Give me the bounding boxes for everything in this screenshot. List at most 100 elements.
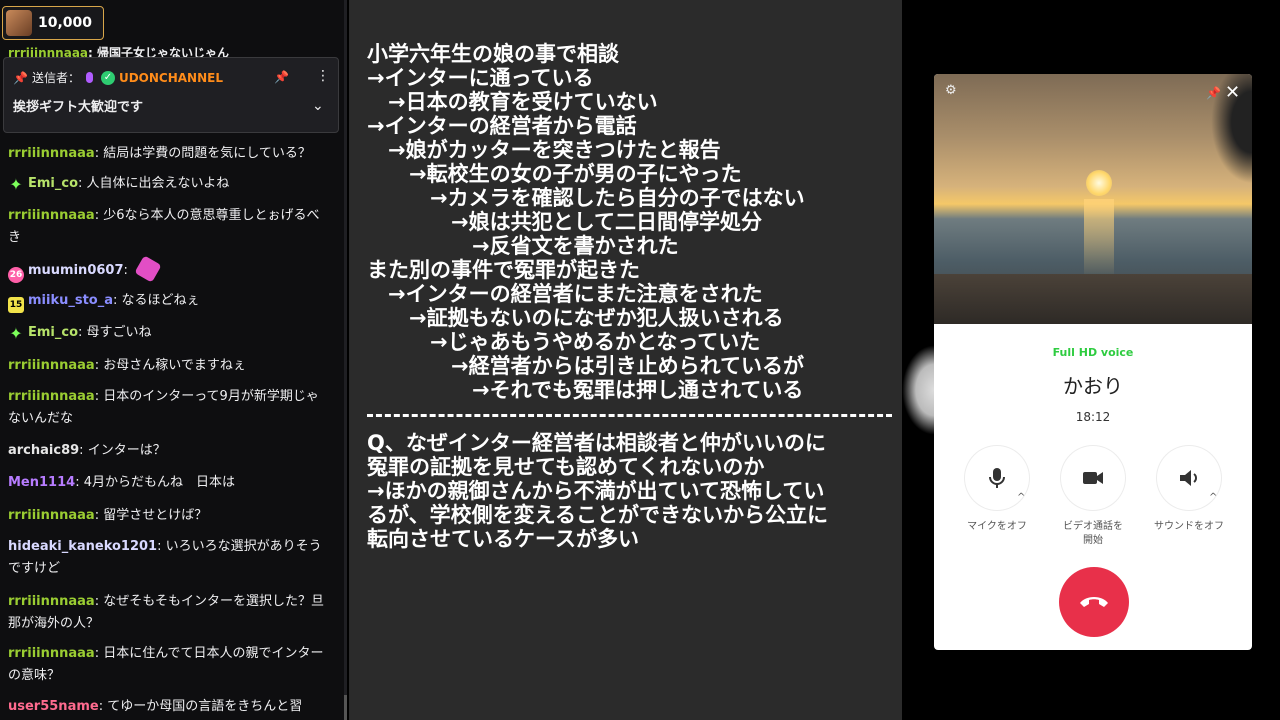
chat-message: rrriiinnnaaa: お母さん稼いでますねぇ [8, 358, 246, 373]
chat-text: てゆーか母国の言語をきちんと習 [107, 699, 303, 714]
chat-message: rrriiinnnaaa: なぜそもそもインターを選択した？旦那が海外の人？ [8, 594, 324, 631]
pin-icon: 📌 [13, 70, 28, 85]
sound-toggle-label: サウンドをオフ [1154, 521, 1224, 532]
chat-username[interactable]: rrriiinnnaaa [8, 508, 95, 523]
notes-line: →反省文を書かされた [367, 234, 679, 258]
notes-line: →じゃあもうやめるかとなっていた [367, 330, 761, 354]
chat-username[interactable]: rrriiinnnaaa [8, 594, 95, 609]
chat-username[interactable]: Emi_co [28, 325, 78, 340]
chat-text: 人自体に出会えないよね [86, 176, 230, 191]
chat-text: インターは？ [87, 443, 166, 458]
chat-username[interactable]: rrriiinnnaaa [8, 358, 95, 373]
gear-icon[interactable]: ⚙ [945, 83, 957, 98]
pinned-message: 📌 送信者： ✓ UDONCHANNEL 📌 ⋮ 挨拶ギフト大歓迎です ⌄ [3, 57, 339, 133]
notes-line: →インターに通っている [367, 66, 594, 90]
call-background-image [934, 74, 1252, 324]
chat-text: 4月からだもんね 日本は [83, 475, 235, 490]
chevron-up-icon[interactable]: ^ [1017, 492, 1025, 503]
video-call-label: ビデオ通話を 開始 [1063, 521, 1123, 546]
notes-line: また別の事件で冤罪が起きた [367, 258, 640, 282]
mic-toggle-button[interactable]: ^ [965, 446, 1029, 510]
diamond-badge-icon[interactable]: ✦ [8, 177, 24, 193]
chat-message: rrriiinnnaaa: 少6なら本人の意思尊重しとぉげるべき [8, 208, 320, 245]
more-options-icon[interactable]: ⋮ [316, 68, 330, 84]
notes-line: →日本の教育を受けていない [367, 90, 658, 114]
notes-line: →娘は共犯として二日間停学処分 [367, 210, 762, 234]
chat-message: hideaki_kaneko1201: いろいろな選択がありそうですけど [8, 539, 322, 576]
chat-username[interactable]: archaic89 [8, 443, 79, 458]
chat-username[interactable]: Men1114 [8, 475, 75, 490]
chevron-down-icon[interactable]: ⌄ [312, 98, 324, 114]
speaker-icon [1180, 470, 1197, 486]
notes-line: →インターの経営者から電話 [367, 114, 637, 138]
video-call-button[interactable] [1061, 446, 1125, 510]
notes-line: Q、なぜインター経営者は相談者と仲がいいのに [367, 431, 826, 455]
contact-name: かおり [1063, 374, 1123, 398]
notes-panel: 小学六年生の娘の事で相談 →インターに通っている →日本の教育を受けていない →イン… [349, 0, 902, 720]
emote-icon [134, 255, 162, 283]
notes-line: →娘がカッターを突きつけたと報告 [367, 138, 721, 162]
notes-line: 転向させているケースが多い [367, 527, 639, 551]
chat-message: user55name: てゆーか母国の言語をきちんと習 [8, 699, 303, 714]
chevron-up-icon[interactable]: ^ [1209, 492, 1217, 503]
call-duration: 18:12 [1075, 410, 1111, 424]
chat-username[interactable]: rrriiinnnaaa [8, 646, 95, 661]
chat-text: 留学させとけば？ [103, 508, 208, 523]
chat-message: Men1114: 4月からだもんね 日本は [8, 475, 235, 490]
chat-username[interactable]: muumin0607 [28, 263, 124, 278]
notes-line: るが、学校側を変えることができないから公立に [367, 503, 828, 527]
chat-message: 26 muumin0607: [8, 255, 330, 283]
channel-points-button[interactable]: 10,000 [2, 6, 104, 40]
chat-username[interactable]: miiku_sto_a [28, 293, 113, 308]
chat-text: 結局は学費の問題を気にしている？ [103, 146, 311, 161]
notes-line: 小学六年生の娘の事で相談 [367, 42, 619, 66]
video-camera-icon [1083, 472, 1103, 484]
chat-username[interactable]: rrriiinnnaaa [8, 208, 95, 223]
chat-message: 15 miiku_sto_a: なるほどねぇ [8, 290, 330, 313]
verified-icon: ✓ [100, 70, 115, 85]
notes-divider [367, 414, 892, 423]
sound-toggle-button[interactable]: ^ [1157, 446, 1221, 510]
pinned-sender-label: 送信者： [31, 71, 80, 85]
notes-line: →証拠もないのになぜか犯人扱いされる [367, 306, 784, 330]
chat-text: お母さん稼いでますねぇ [103, 358, 246, 373]
background-figure [902, 345, 934, 435]
chat-message: rrriiinnnaaa: 日本のインターって9月が新学期じゃないんだな [8, 389, 319, 426]
chat-scrollbar[interactable] [344, 0, 347, 720]
notes-line: →ほかの親御さんから不満が出ていて恐怖してい [367, 479, 825, 503]
channel-points-value: 10,000 [38, 15, 93, 31]
pinned-message-text: 挨拶ギフト大歓迎です [13, 100, 144, 115]
notes-line: →経営者からは引き止められているが [367, 354, 804, 378]
chat-username[interactable]: rrriiinnnaaa [8, 146, 95, 161]
close-icon[interactable]: ✕ [1225, 82, 1240, 103]
call-quality: Full HD voice [1052, 346, 1134, 359]
chat-username[interactable]: user55name [8, 699, 99, 714]
chat-text: 母すごいね [86, 325, 152, 340]
end-call-button[interactable] [1059, 567, 1129, 637]
chat-message: archaic89: インターは？ [8, 443, 166, 458]
chat-panel: 10,000 rrriiinnnaaa: 帰国子女じゃないじゃん 📌 送信者： … [0, 0, 347, 720]
call-window: ⚙ 📌 ✕ Full HD voice かおり 18:12 ^ マイクをオフ ビ… [934, 74, 1252, 650]
subscriber-badge-icon[interactable]: 26 [8, 267, 24, 283]
chat-username[interactable]: rrriiinnnaaa [8, 389, 95, 404]
chat-username[interactable]: hideaki_kaneko1201 [8, 539, 157, 554]
mic-toggle-label: マイクをオフ [967, 521, 1027, 532]
pin-window-icon[interactable]: 📌 [1206, 86, 1221, 100]
chat-message: ✦ Emi_co: 母すごいね [8, 324, 152, 343]
notes-line: →カメラを確認したら自分の子ではない [367, 186, 805, 210]
unpin-icon[interactable]: 📌 [274, 70, 289, 84]
notes-line: →インターの経営者にまた注意をされた [367, 282, 763, 306]
notes-line: →転校生の女の子が男の子にやった [367, 162, 742, 186]
chat-username[interactable]: Emi_co [28, 176, 78, 191]
chat-message: rrriiinnnaaa: 結局は学費の問題を気にしている？ [8, 146, 311, 161]
chat-message: rrriiinnnaaa: 留学させとけば？ [8, 508, 208, 523]
chat-message: rrriiinnnaaa: 日本に住んでて日本人の親でインターの意味？ [8, 646, 324, 683]
pinned-sender-name[interactable]: UDONCHANNEL [119, 71, 223, 85]
notes-text: 小学六年生の娘の事で相談 →インターに通っている →日本の教育を受けていない →イン… [367, 42, 902, 551]
notes-line: 冤罪の証拠を見せても認めてくれないのか [367, 455, 765, 479]
notes-line: →それでも冤罪は押し通されている [367, 378, 804, 402]
hang-up-icon [1080, 597, 1108, 607]
subscriber-badge-icon[interactable]: 15 [8, 297, 24, 313]
mic-badge-icon [85, 72, 93, 83]
diamond-badge-icon[interactable]: ✦ [8, 326, 24, 342]
